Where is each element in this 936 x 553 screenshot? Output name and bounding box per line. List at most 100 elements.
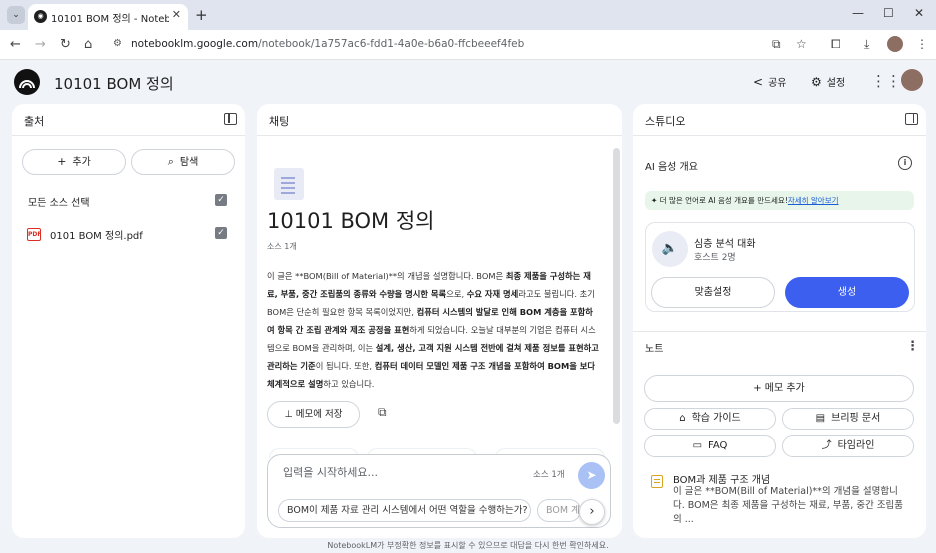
browser-menu-icon[interactable]: ⋮: [916, 37, 928, 51]
notebook-title[interactable]: 10101 BOM 정의: [54, 73, 174, 94]
back-icon[interactable]: ←: [10, 37, 21, 52]
collapse-studio-icon[interactable]: [905, 113, 918, 125]
document-icon: ▤: [815, 413, 826, 424]
faq-button[interactable]: ▭ FAQ: [644, 435, 776, 457]
gear-icon: ⚙: [811, 75, 822, 89]
notes-menu-icon[interactable]: ⋮: [906, 340, 919, 353]
briefing-doc-label: 브리핑 문서: [831, 413, 881, 424]
add-source-label: 추가: [72, 157, 91, 168]
browser-nav-bar: ← → ↻ ⌂ ⚙ notebooklm.google.com/notebook…: [0, 30, 936, 60]
home-icon[interactable]: ⌂: [84, 37, 92, 52]
study-guide-label: 학습 가이드: [691, 413, 741, 424]
add-note-button[interactable]: + 메모 추가: [644, 375, 914, 402]
settings-button[interactable]: ⚙ 설정: [811, 72, 845, 92]
footer-disclaimer: NotebookLM가 부정확한 정보를 표시할 수 있으므로 대답을 다시 한…: [327, 541, 609, 550]
doc-source-count: 소스 1개: [267, 242, 297, 251]
add-note-label: 메모 추가: [764, 383, 805, 394]
chat-scrollbar[interactable]: [613, 148, 620, 424]
suggestion-chip[interactable]: BOM이 제품 자료 관리 시스템에서 어떤 역할을 수행하는가?: [278, 499, 531, 522]
studio-panel: 스튜디오 AI 음성 개요 i ✦ 더 많은 언어로 AI 음성 개요를 만드세…: [633, 104, 926, 538]
pin-icon: ⊥: [284, 409, 296, 420]
address-bar[interactable]: notebooklm.google.com/notebook/1a757ac6-…: [131, 38, 524, 50]
plus-icon: +: [753, 383, 765, 394]
settings-label: 설정: [826, 78, 846, 89]
trend-line-icon: ⤴: [821, 440, 832, 451]
browser-tab[interactable]: ◉ 10101 BOM 정의 - NotebookLM ✕: [28, 4, 188, 30]
source-item-name[interactable]: 0101 BOM 정의.pdf: [50, 227, 143, 242]
chat-input[interactable]: [283, 466, 513, 479]
graduation-cap-icon: ⌂: [679, 413, 686, 424]
url-path: /notebook/1a757ac6-fdd1-4a0e-b6a0-ffcbee…: [258, 38, 525, 50]
doc-title: 10101 BOM 정의: [267, 209, 435, 233]
source-item-checkbox[interactable]: ✓: [215, 227, 227, 239]
pdf-file-icon: PDF: [27, 228, 41, 241]
close-window-icon[interactable]: ✕: [914, 6, 924, 20]
explore-label: 탐색: [179, 157, 199, 168]
minimize-icon[interactable]: —: [852, 6, 864, 20]
chat-header: 채팅: [257, 104, 622, 136]
tab-search-icon[interactable]: ⌄: [7, 6, 25, 24]
collapse-sources-icon[interactable]: [224, 113, 237, 125]
share-button[interactable]: < 공유: [753, 72, 786, 92]
notebooklm-logo-icon[interactable]: [14, 69, 40, 95]
input-source-count: 소스 1개: [533, 470, 565, 480]
deep-dive-title: 심층 분석 대화: [694, 239, 756, 250]
profile-avatar[interactable]: [887, 36, 903, 52]
divider: [633, 331, 926, 332]
faq-label: FAQ: [708, 440, 728, 451]
notebooklm-favicon-icon: ◉: [34, 10, 47, 23]
user-avatar[interactable]: [901, 69, 923, 91]
learn-more-link[interactable]: 자세히 알아보기: [788, 196, 839, 205]
speaker-icon: 🔈: [652, 231, 688, 267]
explore-sources-button[interactable]: ⌕ 탐색: [131, 149, 235, 175]
extensions-icon[interactable]: ⧠: [831, 37, 841, 52]
study-guide-button[interactable]: ⌂ 학습 가이드: [644, 408, 776, 430]
note-title[interactable]: BOM과 제품 구조 개념: [673, 471, 770, 486]
suggestion-chip[interactable]: BOM 계층: [537, 499, 581, 522]
chat-input-box: 소스 1개 ➤ BOM이 제품 자료 관리 시스템에서 어떤 역할을 수행하는가…: [267, 454, 611, 528]
summary-segment: 이 글은 **BOM(Bill of Material)**의 개념을 설명합니…: [267, 271, 506, 281]
bookmark-star-icon[interactable]: ☆: [796, 37, 807, 51]
forward-icon[interactable]: →: [35, 37, 46, 52]
download-icon[interactable]: ⤓: [864, 37, 869, 52]
note-preview[interactable]: 이 글은 **BOM(Bill of Material)**의 개념을 설명합니…: [673, 485, 909, 527]
timeline-button[interactable]: ⤴ 타임라인: [782, 435, 914, 457]
share-icon: <: [753, 75, 764, 89]
share-label: 공유: [768, 78, 787, 89]
summary-segment: 이 됩니다. 또한,: [315, 361, 375, 371]
save-note-label: 메모에 저장: [295, 409, 343, 420]
url-host: notebooklm.google.com: [131, 38, 259, 50]
select-all-checkbox[interactable]: ✓: [215, 194, 227, 206]
generate-button[interactable]: 생성: [785, 277, 909, 308]
chat-panel: 채팅 10101 BOM 정의 소스 1개 이 글은 **BOM(Bill of…: [257, 104, 622, 538]
audio-overview-label: AI 음성 개요: [645, 162, 698, 173]
next-suggestions-icon[interactable]: ›: [579, 499, 605, 525]
copy-icon[interactable]: ⧉: [378, 405, 387, 420]
sources-panel: 출처 + 추가 ⌕ 탐색 모든 소스 선택 ✓ PDF 0101 BOM 정의.pd…: [12, 104, 245, 538]
summary-segment: 하고 있습니다.: [323, 379, 375, 389]
save-to-note-button[interactable]: ⊥ 메모에 저장: [267, 401, 360, 428]
summary-segment: 수요 자재 명세: [466, 289, 519, 299]
deep-dive-card: 🔈 심층 분석 대화 호스트 2명 맞춤설정 생성: [645, 222, 915, 312]
tab-close-icon[interactable]: ✕: [172, 8, 181, 21]
note-icon: [651, 475, 663, 488]
chat-bubble-icon: ▭: [692, 440, 703, 451]
deep-dive-hosts: 호스트 2명: [694, 253, 736, 263]
briefing-doc-button[interactable]: ▤ 브리핑 문서: [782, 408, 914, 430]
browser-tab-bar: ⌄ ◉ 10101 BOM 정의 - NotebookLM ✕ + — ☐ ✕: [0, 0, 936, 30]
maximize-icon[interactable]: ☐: [883, 6, 894, 20]
site-info-icon[interactable]: ⚙: [113, 38, 122, 49]
language-banner: ✦ 더 많은 언어로 AI 음성 개요를 만드세요!자세히 알아보기: [645, 191, 914, 210]
add-source-button[interactable]: + 추가: [22, 149, 126, 175]
banner-text: 더 많은 언어로 AI 음성 개요를 만드세요!: [659, 196, 788, 205]
reload-icon[interactable]: ↻: [60, 37, 71, 52]
send-button[interactable]: ➤: [578, 462, 605, 489]
summary-segment: 으로,: [446, 289, 467, 299]
doc-summary: 이 글은 **BOM(Bill of Material)**의 개념을 설명합니…: [267, 267, 600, 393]
new-tab-icon[interactable]: +: [195, 6, 208, 24]
customize-button[interactable]: 맞춤설정: [651, 277, 775, 308]
plus-icon: +: [57, 155, 67, 168]
info-icon[interactable]: i: [898, 156, 912, 170]
cast-icon[interactable]: ⧉: [772, 37, 781, 52]
send-arrow-icon: ➤: [586, 468, 597, 482]
